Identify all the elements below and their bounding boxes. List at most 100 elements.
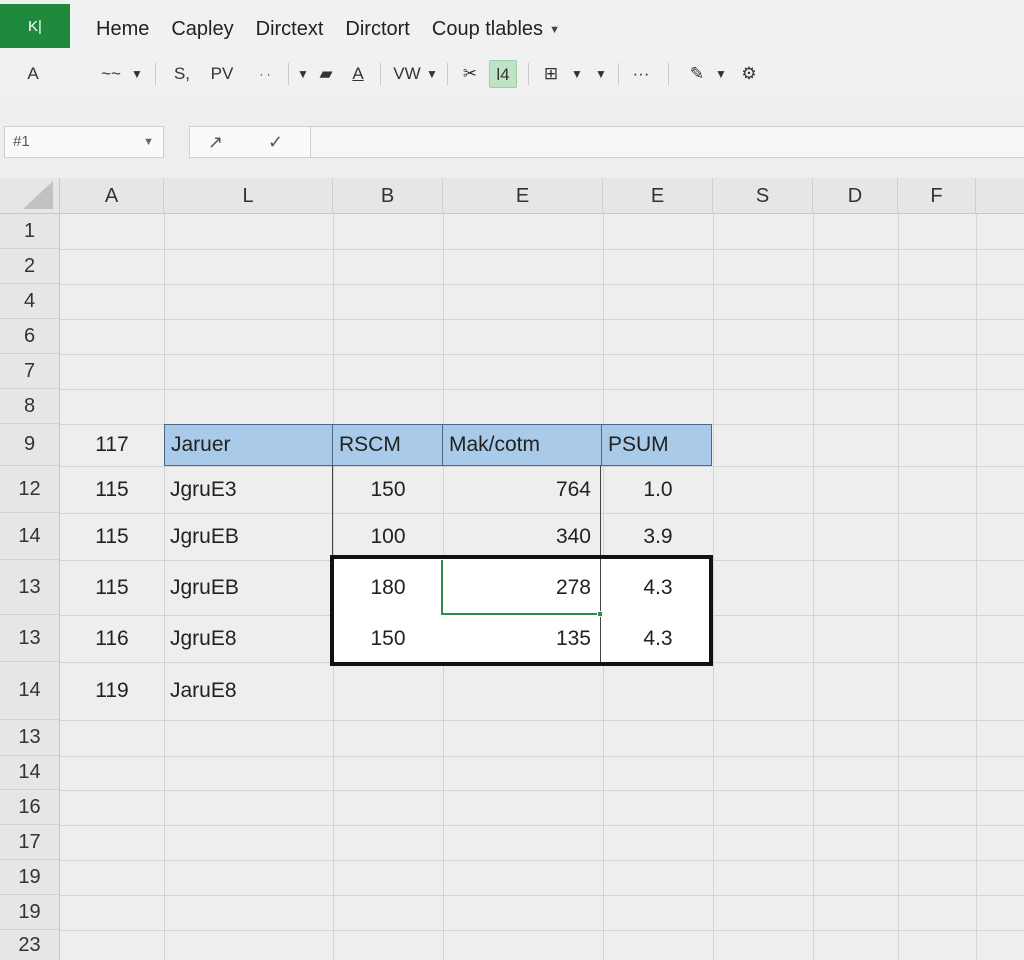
gridline: [60, 930, 1024, 931]
table-cell[interactable]: 115: [60, 560, 164, 615]
table-cell[interactable]: 3.9: [603, 513, 713, 560]
column-header-b[interactable]: B: [333, 178, 443, 214]
name-box-value: #1: [13, 133, 30, 150]
fill-handle[interactable]: [597, 611, 603, 617]
toolbar-divider: [380, 63, 381, 85]
row-header[interactable]: 23: [0, 930, 60, 960]
table-header-cell[interactable]: Mak/cotm: [442, 424, 602, 466]
s-button[interactable]: S,: [170, 60, 194, 88]
row-header[interactable]: 14: [0, 662, 60, 720]
pv-button[interactable]: PV: [207, 60, 237, 88]
table-cell[interactable]: 115: [60, 466, 164, 513]
row-header[interactable]: 17: [0, 825, 60, 860]
table-cell[interactable]: JgruE8: [164, 615, 333, 662]
row-header[interactable]: 4: [0, 284, 60, 319]
table-cell[interactable]: 100: [333, 513, 443, 560]
row-header[interactable]: 13: [0, 615, 60, 662]
column-header-d[interactable]: D: [813, 178, 898, 214]
toolbar-divider: [618, 63, 619, 85]
chevron-down-icon[interactable]: ▼: [296, 60, 310, 88]
toolbar-divider: [447, 63, 448, 85]
row-header[interactable]: 12: [0, 466, 60, 513]
row-header[interactable]: 8: [0, 389, 60, 424]
row-header[interactable]: 13: [0, 560, 60, 615]
pen-icon[interactable]: ✎: [686, 60, 708, 88]
menu-item-dirctext[interactable]: Dirctext: [256, 14, 324, 44]
chevron-down-icon[interactable]: ▼: [594, 60, 608, 88]
gridline: [898, 214, 899, 960]
gridline: [60, 790, 1024, 791]
select-all-corner[interactable]: [0, 178, 60, 214]
table-cell[interactable]: 150: [333, 466, 443, 513]
gridline: [976, 214, 977, 960]
table-cell[interactable]: 1.0: [603, 466, 713, 513]
table-header-cell[interactable]: PSUM: [601, 424, 712, 466]
name-box[interactable]: #1 ▼: [4, 126, 164, 158]
gridline: [60, 895, 1024, 896]
table-cell[interactable]: 119: [60, 662, 164, 720]
row-header[interactable]: 7: [0, 354, 60, 389]
table-cell[interactable]: JgruEB: [164, 513, 333, 560]
chevron-down-icon[interactable]: ▼: [425, 60, 439, 88]
grid-icon[interactable]: ⊞: [540, 60, 562, 88]
row-header[interactable]: 9: [0, 424, 60, 466]
toolbar-divider: [155, 63, 156, 85]
table-header-cell[interactable]: RSCM: [332, 424, 443, 466]
formula-actions: ↗ ✓: [189, 126, 311, 158]
gridline: [60, 756, 1024, 757]
app-logo-icon[interactable]: K|: [0, 4, 70, 48]
table-header-cell[interactable]: Jaruer: [164, 424, 333, 466]
column-header-extra[interactable]: [976, 178, 1024, 214]
column-header-e[interactable]: E: [443, 178, 603, 214]
table-cell[interactable]: 340: [443, 513, 603, 560]
column-header-e2[interactable]: E: [603, 178, 713, 214]
ribbon: K| Heme Capley Dirctext Dirctort Coup tl…: [0, 0, 1024, 95]
table-cell[interactable]: JgruE3: [164, 466, 333, 513]
gear-icon[interactable]: ⚙: [738, 60, 760, 88]
row-header[interactable]: 14: [0, 756, 60, 790]
squiggle-icon[interactable]: ~~: [96, 60, 126, 88]
table-cell[interactable]: 115: [60, 513, 164, 560]
column-header-a[interactable]: A: [60, 178, 164, 214]
menu-item-heme[interactable]: Heme: [96, 14, 149, 44]
arrow-icon[interactable]: ↗: [208, 129, 223, 155]
row-header[interactable]: 2: [0, 249, 60, 284]
font-a-button[interactable]: A: [24, 60, 42, 88]
chevron-down-icon[interactable]: ▼: [714, 60, 728, 88]
vw-button[interactable]: VW: [391, 60, 423, 88]
formula-input[interactable]: [311, 126, 1024, 158]
row-header[interactable]: 6: [0, 319, 60, 354]
menu-item-dirctort[interactable]: Dirctort: [345, 14, 409, 44]
menu-item-capley[interactable]: Capley: [171, 14, 233, 44]
cell-a-header[interactable]: 117: [60, 424, 164, 466]
scissors-icon[interactable]: ✂: [460, 60, 480, 88]
column-header-f[interactable]: F: [898, 178, 976, 214]
row-header[interactable]: 19: [0, 860, 60, 895]
toolbar-divider: [288, 63, 289, 85]
menu-item-coup-tlables[interactable]: Coup tlables ▼: [432, 14, 560, 44]
row-header[interactable]: 19: [0, 895, 60, 930]
l4-button[interactable]: l4: [489, 60, 517, 88]
table-cell[interactable]: JaruE8: [164, 662, 333, 720]
table-cell[interactable]: JgruEB: [164, 560, 333, 615]
row-header[interactable]: 14: [0, 513, 60, 560]
paint-bucket-icon[interactable]: ▰: [316, 60, 336, 88]
font-color-button[interactable]: A: [346, 60, 370, 88]
chevron-down-icon[interactable]: ▼: [143, 127, 154, 157]
menu-item-coup-tlables-label: Coup tlables: [431, 18, 544, 40]
check-icon[interactable]: ✓: [268, 129, 283, 155]
row-header[interactable]: 13: [0, 720, 60, 756]
column-header-l[interactable]: L: [164, 178, 333, 214]
row-header[interactable]: 16: [0, 790, 60, 825]
dots-icon[interactable]: · ·: [252, 60, 278, 88]
chevron-down-icon[interactable]: ▼: [570, 60, 584, 88]
column-header-s[interactable]: S: [713, 178, 813, 214]
more-icon[interactable]: ···: [628, 60, 654, 88]
chevron-down-icon[interactable]: ▼: [130, 60, 144, 88]
gridline: [60, 720, 1024, 721]
table-cell[interactable]: 764: [443, 466, 603, 513]
gridline: [713, 214, 714, 960]
corner-triangle-icon: [23, 181, 53, 209]
row-header[interactable]: 1: [0, 214, 60, 249]
table-cell[interactable]: 116: [60, 615, 164, 662]
